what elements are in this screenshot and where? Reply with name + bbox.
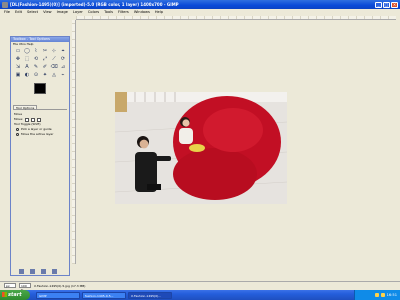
shear-tool-icon[interactable]: ⟋: [50, 55, 58, 62]
free-select-icon[interactable]: ⌇: [32, 47, 40, 54]
task-buttons: GIMP fashion-1495-0-5... X.Fashion-1495(…: [36, 291, 354, 299]
clock: 16:51: [386, 293, 397, 297]
window-title: [DL(Fashion-1495)(0)] (imported)-5.0 (RG…: [10, 2, 179, 7]
radio-move-active[interactable]: Move the active layer: [14, 132, 66, 137]
foreground-color[interactable]: [34, 83, 46, 94]
menu-file[interactable]: File: [4, 10, 10, 14]
task-button-folder[interactable]: fashion-1495-0-5...: [82, 291, 126, 299]
move-selection-mode-button[interactable]: [31, 117, 36, 122]
eraser-tool-icon[interactable]: ⌫: [50, 63, 58, 70]
windows-taskbar: start GIMP fashion-1495-0-5... X.Fashion…: [0, 290, 400, 300]
menu-tools[interactable]: Tools: [104, 10, 113, 14]
minimize-button[interactable]: _: [375, 1, 382, 8]
scissors-select-icon[interactable]: ✂: [41, 47, 49, 54]
task-button-gimp[interactable]: GIMP: [36, 291, 80, 299]
start-button[interactable]: start: [0, 290, 30, 300]
move-path-mode-button[interactable]: [37, 117, 42, 122]
color-swatches: [14, 81, 66, 103]
menu-view[interactable]: View: [43, 10, 52, 14]
rotate-tool-icon[interactable]: ⟲: [32, 55, 40, 62]
menu-edit[interactable]: Edit: [15, 10, 22, 14]
delete-options-icon[interactable]: [41, 269, 46, 274]
blend-tool-icon[interactable]: ◐: [23, 71, 31, 78]
bucket-fill-icon[interactable]: ▣: [14, 71, 22, 78]
heal-tool-icon[interactable]: ✦: [41, 71, 49, 78]
menu-help[interactable]: Help: [155, 10, 163, 14]
photo-couple-red-dress: [115, 92, 287, 204]
start-label: start: [8, 292, 22, 298]
radio-move-active-label: Move the active layer: [21, 132, 54, 136]
airbrush-tool-icon[interactable]: ⊿: [59, 63, 67, 70]
menu-bar: File Edit Select View Image Layer Colors…: [0, 9, 400, 15]
scale-tool-icon[interactable]: ⤢: [41, 55, 49, 62]
tool-options-panel: Move Move: Tool Toggle (Shift) Pick a la…: [11, 110, 69, 139]
reset-options-icon[interactable]: [52, 269, 57, 274]
pencil-tool-icon[interactable]: ✎: [32, 63, 40, 70]
tab-tool-options[interactable]: Tool Options: [13, 105, 38, 110]
dodge-burn-icon[interactable]: ⌁: [59, 71, 67, 78]
close-button[interactable]: ×: [391, 1, 398, 8]
perspective-tool-icon[interactable]: ⇲: [14, 63, 22, 70]
fuzzy-select-icon[interactable]: ⊹: [50, 47, 58, 54]
zoom-select[interactable]: 100 %: [19, 283, 31, 292]
paintbrush-tool-icon[interactable]: ✐: [41, 63, 49, 70]
task-button-image[interactable]: X.Fashion-1495(0)...: [128, 291, 172, 299]
network-icon[interactable]: [380, 293, 385, 297]
toolbox-panel: Toolbox - Tool Options File Xtns Help ▭ …: [10, 36, 70, 276]
crop-tool-icon[interactable]: ⬚: [23, 55, 31, 62]
status-filename: X.Fashion-1495(0)-5.jpg (17.3 MB): [34, 283, 86, 288]
window-controls: _ □ ×: [375, 1, 398, 8]
clone-tool-icon[interactable]: ⊙: [32, 71, 40, 78]
flip-tool-icon[interactable]: ⟳: [59, 55, 67, 62]
tool-grid: ▭ ◯ ⌇ ✂ ⊹ ⌖ ✥ ⬚ ⟲ ⤢ ⟋ ⟳ ⇲ A ✎ ✐ ⌫ ⊿ ▣ ◐ …: [11, 46, 69, 79]
text-tool-icon[interactable]: A: [23, 63, 31, 70]
move-layer-mode-button[interactable]: [25, 117, 30, 122]
window-titlebar: [DL(Fashion-1495)(0)] (imported)-5.0 (RG…: [0, 0, 400, 9]
move-tool-icon[interactable]: ✥: [14, 55, 22, 62]
status-bar: px 100 % X.Fashion-1495(0)-5.jpg (17.3 M…: [0, 281, 400, 292]
radio-indicator[interactable]: [16, 133, 19, 136]
gimp-app-icon: [2, 1, 8, 8]
menu-windows[interactable]: Windows: [134, 10, 150, 14]
unit-select[interactable]: px: [4, 283, 16, 288]
menu-select[interactable]: Select: [27, 10, 38, 14]
color-picker-icon[interactable]: ⌖: [59, 47, 67, 54]
windows-logo-icon: [2, 292, 7, 297]
radio-indicator[interactable]: [16, 128, 19, 131]
menu-layer[interactable]: Layer: [73, 10, 83, 14]
system-tray: 16:51: [354, 290, 400, 300]
maximize-button[interactable]: □: [383, 1, 390, 8]
save-options-icon[interactable]: [19, 269, 24, 274]
rect-select-icon[interactable]: ▭: [14, 47, 22, 54]
image-layer[interactable]: [115, 92, 287, 204]
restore-options-icon[interactable]: [30, 269, 35, 274]
smudge-tool-icon[interactable]: ◬: [50, 71, 58, 78]
menu-colors[interactable]: Colors: [88, 10, 99, 14]
menu-image[interactable]: Image: [57, 10, 68, 14]
menu-filters[interactable]: Filters: [118, 10, 129, 14]
ellipse-select-icon[interactable]: ◯: [23, 47, 31, 54]
volume-icon[interactable]: [374, 293, 379, 297]
toolbox-footer: [11, 268, 69, 275]
image-canvas[interactable]: [76, 20, 396, 264]
